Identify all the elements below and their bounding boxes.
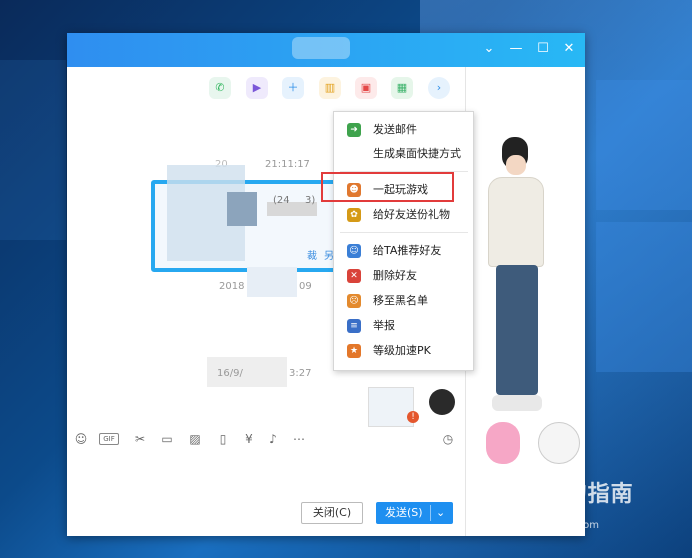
- close-button[interactable]: 关闭(C): [301, 502, 363, 524]
- send-button[interactable]: 发送(S) ⌄: [376, 502, 453, 524]
- message-input[interactable]: [67, 453, 465, 498]
- chevron-down-icon[interactable]: ⌄: [481, 41, 497, 57]
- blacklist-icon: ☹: [347, 294, 361, 308]
- video-call-icon[interactable]: ▶: [246, 77, 268, 99]
- recommend-icon: ☺: [347, 244, 361, 258]
- gif-icon[interactable]: GIF: [99, 433, 119, 445]
- menu-item-delete-friend[interactable]: ✕ 删除好友: [334, 264, 473, 288]
- mail-send-icon: ➜: [347, 123, 361, 137]
- context-menu: ➜ 发送邮件 生成桌面快捷方式 ☻ 一起玩游戏 ✿ 给好友送份礼物 ☺ 给TA推…: [333, 111, 474, 371]
- apps-icon[interactable]: ▦: [391, 77, 413, 99]
- red-packet-icon[interactable]: ¥: [241, 431, 257, 447]
- image-icon[interactable]: ▨: [187, 431, 203, 447]
- avatar-show-face: [506, 155, 526, 175]
- gift-icon: ✿: [347, 208, 361, 222]
- timestamp: 2018: [219, 281, 245, 292]
- image-message-thumbnail[interactable]: [368, 387, 414, 427]
- menu-separator: [340, 232, 468, 233]
- avatar[interactable]: [538, 422, 580, 464]
- history-clock-icon[interactable]: ◷: [440, 431, 456, 447]
- titlebar[interactable]: ⌄ — ☐ ✕: [67, 33, 585, 67]
- folder-icon[interactable]: ▭: [159, 431, 175, 447]
- presentation-icon[interactable]: ▥: [319, 77, 341, 99]
- close-icon[interactable]: ✕: [561, 41, 577, 57]
- qq-chat-window: ⌄ — ☐ ✕ ✆ ▶ ＋ ▥ ▣ ▦ › 20 21:11:17 (24 3)…: [67, 33, 585, 536]
- send-button-label: 发送(S): [385, 506, 423, 519]
- chevron-right-icon[interactable]: ›: [428, 77, 450, 99]
- menu-item-send-gift[interactable]: ✿ 给好友送份礼物: [334, 203, 473, 227]
- report-icon: ≡: [347, 319, 361, 333]
- menu-item-report[interactable]: ≡ 举报: [334, 314, 473, 338]
- input-toolbar: ☺ GIF ✂ ▭ ▨ ▯ ¥ ♪ ⋯ ◷: [67, 429, 465, 451]
- desktop-window-logo-pane: [596, 222, 692, 372]
- menu-item-recommend-friend[interactable]: ☺ 给TA推荐好友: [334, 239, 473, 263]
- show-avatar-panel[interactable]: [465, 67, 585, 536]
- delete-friend-icon: ✕: [347, 269, 361, 283]
- menu-item-blacklist[interactable]: ☹ 移至黑名单: [334, 289, 473, 313]
- emoji-icon[interactable]: ☺: [73, 431, 89, 447]
- blurred-block: [247, 267, 297, 297]
- send-options-chevron-icon[interactable]: ⌄: [436, 502, 445, 524]
- card-action-crop[interactable]: 裁: [307, 247, 317, 262]
- phone-icon[interactable]: ✆: [209, 77, 231, 99]
- menu-item-level-pk[interactable]: ★ 等级加速PK: [334, 339, 473, 363]
- desktop-window-logo-pane: [0, 60, 66, 240]
- music-icon[interactable]: ♪: [265, 431, 281, 447]
- desktop-window-logo-pane: [596, 80, 692, 210]
- annotation-highlight: [321, 172, 454, 202]
- watermark: S 搜狗指南: [505, 476, 634, 509]
- menu-item-desktop-shortcut[interactable]: 生成桌面快捷方式: [334, 142, 473, 166]
- avatar-show-jeans: [496, 265, 538, 395]
- pet-avatar[interactable]: [486, 422, 520, 464]
- blurred-text: (24: [273, 195, 290, 206]
- add-icon[interactable]: ＋: [282, 77, 304, 99]
- blurred-text: 3): [305, 195, 316, 206]
- contact-name-blurred: [292, 37, 350, 59]
- avatar-show-shoes: [492, 395, 542, 411]
- blurred-block: [227, 192, 257, 226]
- scissors-icon[interactable]: ✂: [132, 431, 148, 447]
- watermark-logo-icon: S: [505, 481, 533, 509]
- level-pk-icon: ★: [347, 344, 361, 358]
- send-divider: [430, 505, 431, 521]
- screen-share-icon[interactable]: ▣: [355, 77, 377, 99]
- maximize-icon[interactable]: ☐: [535, 41, 551, 57]
- watermark-url: zhinan.sogou.com: [508, 520, 600, 531]
- timestamp: 09: [299, 281, 312, 292]
- watermark-text: 搜狗指南: [541, 482, 634, 507]
- menu-item-send-mail[interactable]: ➜ 发送邮件: [334, 118, 473, 142]
- timestamp: 3:27: [289, 368, 312, 379]
- avatar[interactable]: [429, 389, 455, 415]
- more-icon[interactable]: ⋯: [291, 431, 307, 447]
- send-failed-icon[interactable]: !: [407, 411, 419, 423]
- timestamp-blurred: 16/9/: [217, 368, 243, 379]
- minimize-icon[interactable]: —: [508, 41, 524, 57]
- timestamp: 21:11:17: [265, 159, 310, 170]
- avatar-show-sweater: [488, 177, 544, 267]
- shake-icon[interactable]: ▯: [215, 431, 231, 447]
